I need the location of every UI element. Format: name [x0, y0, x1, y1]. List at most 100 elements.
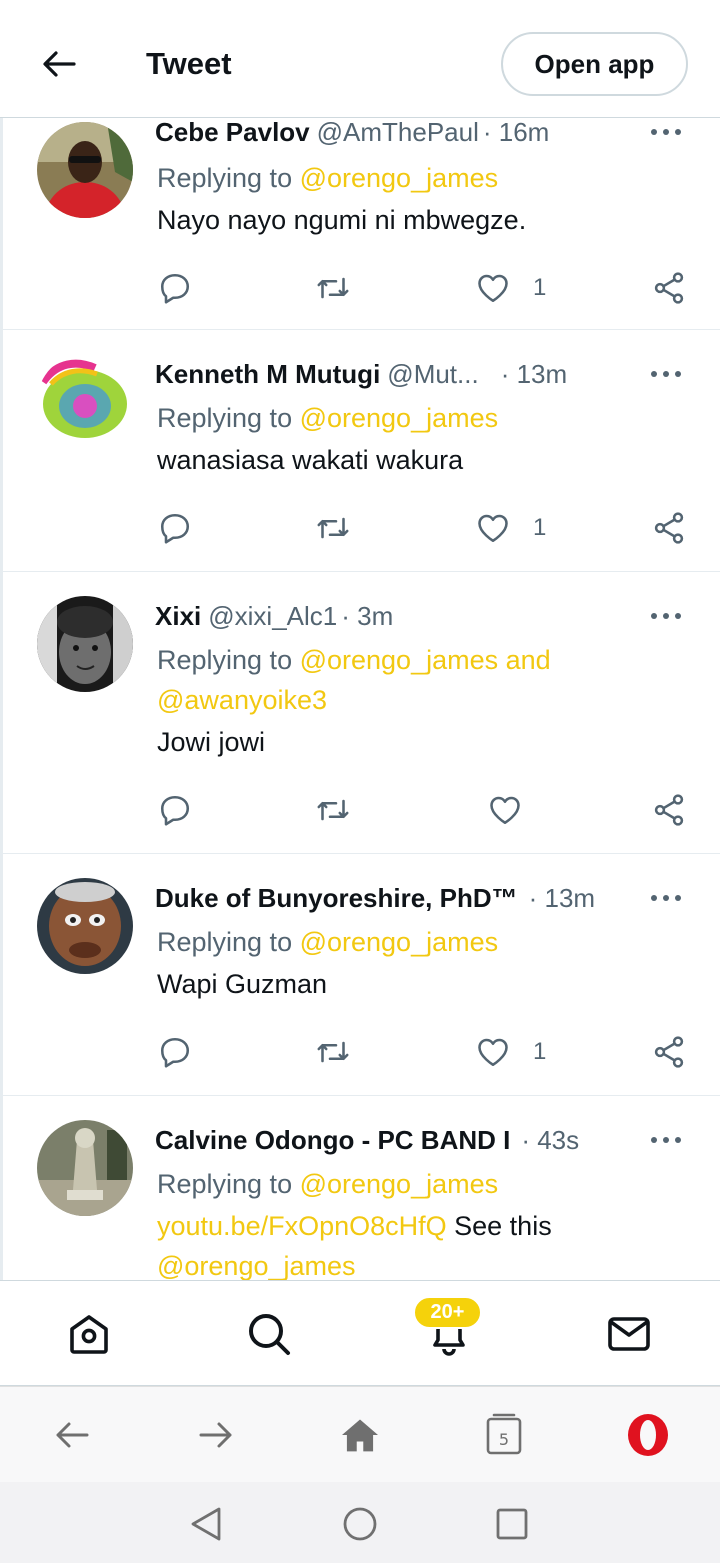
- like-count: 1: [533, 1038, 547, 1065]
- page-title: Tweet: [146, 46, 232, 81]
- more-horizontal-icon: [651, 129, 681, 135]
- tweet-timestamp[interactable]: · 3m: [341, 598, 393, 634]
- replying-to-label: Replying to: [157, 1169, 300, 1199]
- triangle-back-icon: [191, 1507, 221, 1541]
- tweet-item[interactable]: Duke of Bunyoreshire, PhD™ · 13m Replyin…: [0, 854, 720, 1096]
- share-icon: [654, 1036, 684, 1068]
- tweet-timestamp[interactable]: · 13m: [501, 356, 567, 392]
- mention-link[interactable]: @orengo_james: [300, 927, 499, 957]
- tweet-text: Jowi jowi: [157, 727, 266, 757]
- home-icon: [70, 1315, 108, 1354]
- like-button[interactable]: 1: [475, 506, 546, 550]
- heart-icon: [478, 514, 508, 543]
- more-options-button[interactable]: [648, 598, 684, 634]
- square-recents-icon: [496, 1508, 528, 1540]
- opera-logo-icon: [628, 1414, 668, 1456]
- author-handle[interactable]: @Mut...: [387, 356, 478, 392]
- system-home-button[interactable]: [340, 1504, 380, 1544]
- browser-tabs-button[interactable]: 5: [480, 1411, 528, 1459]
- author-name[interactable]: Xixi: [155, 598, 201, 634]
- tweet-actions: 1: [157, 1030, 697, 1074]
- tweet-timestamp[interactable]: · 16m: [483, 118, 549, 150]
- open-app-button[interactable]: Open app: [501, 32, 688, 96]
- heart-icon: [490, 796, 520, 825]
- nav-messages-button[interactable]: [604, 1309, 654, 1359]
- share-button[interactable]: [651, 1030, 687, 1074]
- avatar[interactable]: [37, 878, 133, 974]
- like-button[interactable]: 1: [475, 1030, 546, 1074]
- author-handle[interactable]: @AmThePaul: [317, 118, 479, 150]
- more-options-button[interactable]: [648, 356, 684, 392]
- tweet-text-after-link: See this: [446, 1211, 552, 1241]
- retweet-icon: [317, 277, 349, 299]
- tweet-text: Nayo nayo ngumi ni mbwegze.: [157, 205, 527, 235]
- mention-link[interactable]: @orengo_james: [157, 1251, 356, 1280]
- tweet-item[interactable]: Kenneth M Mutugi @Mut... · 13m Replying …: [0, 330, 720, 572]
- mention-link[interactable]: @awanyoike3: [157, 685, 327, 715]
- retweet-button[interactable]: [315, 1030, 351, 1074]
- author-name[interactable]: Calvine Odongo - PC BAND I: [155, 1122, 510, 1158]
- replying-to-line-2: @awanyoike3: [157, 680, 327, 720]
- share-icon: [654, 794, 684, 826]
- comment-icon: [160, 513, 190, 544]
- browser-back-button[interactable]: [48, 1411, 96, 1459]
- mention-link[interactable]: @orengo_james: [300, 1169, 499, 1199]
- search-icon: [249, 1314, 290, 1355]
- opera-menu-button[interactable]: [624, 1411, 672, 1459]
- tweet-item[interactable]: Cebe Pavlov @AmThePaul · 16m Replying to…: [0, 118, 720, 330]
- tweet-actions: [157, 788, 697, 832]
- avatar[interactable]: [37, 596, 133, 692]
- author-name[interactable]: Duke of Bunyoreshire, PhD™: [155, 880, 518, 916]
- comment-icon: [160, 795, 190, 826]
- nav-search-button[interactable]: [244, 1309, 294, 1359]
- avatar[interactable]: [37, 1120, 133, 1216]
- comment-icon: [160, 1037, 190, 1068]
- arrow-left-icon: [56, 1422, 89, 1448]
- tweet-timestamp[interactable]: · 43s: [521, 1122, 579, 1158]
- retweet-icon: [317, 1041, 349, 1063]
- more-options-button[interactable]: [648, 880, 684, 916]
- reply-button[interactable]: [157, 506, 193, 550]
- more-horizontal-icon: [651, 895, 681, 901]
- more-options-button[interactable]: [648, 118, 684, 150]
- nav-home-button[interactable]: [64, 1309, 114, 1359]
- author-handle[interactable]: @xixi_Alc1: [208, 598, 337, 634]
- tweet-item[interactable]: Calvine Odongo - PC BAND I · 43s Replyin…: [0, 1096, 720, 1280]
- like-button[interactable]: [487, 788, 545, 832]
- more-options-button[interactable]: [648, 1122, 684, 1158]
- back-button[interactable]: [36, 44, 82, 84]
- arrow-left-icon: [43, 51, 76, 77]
- system-navigation-bar: [0, 1482, 720, 1563]
- reply-button[interactable]: [157, 1030, 193, 1074]
- share-button[interactable]: [651, 506, 687, 550]
- browser-forward-button[interactable]: [192, 1411, 240, 1459]
- replying-to-line: Replying to @orengo_james: [157, 1164, 498, 1204]
- share-button[interactable]: [651, 788, 687, 832]
- tweet-item[interactable]: Xixi @xixi_Alc1 · 3m Replying to @orengo…: [0, 572, 720, 854]
- author-name[interactable]: Cebe Pavlov: [155, 118, 310, 150]
- tweet-timestamp[interactable]: · 13m: [529, 880, 595, 916]
- retweet-button[interactable]: [315, 266, 351, 310]
- reply-button[interactable]: [157, 266, 193, 310]
- mention-link[interactable]: @orengo_james: [300, 163, 499, 193]
- like-count: 1: [533, 514, 547, 541]
- avatar[interactable]: [37, 354, 133, 450]
- browser-home-button[interactable]: [336, 1411, 384, 1459]
- mention-link[interactable]: @orengo_james and: [300, 645, 551, 675]
- system-recents-button[interactable]: [492, 1504, 532, 1544]
- replying-to-label: Replying to: [157, 163, 300, 193]
- retweet-button[interactable]: [315, 788, 351, 832]
- bottom-navigation: [0, 1280, 720, 1386]
- replying-to-label: Replying to: [157, 927, 300, 957]
- avatar[interactable]: [37, 122, 133, 218]
- author-name[interactable]: Kenneth M Mutugi: [155, 356, 380, 392]
- tweet-text: youtu.be/FxOpnO8cHfQ See this: [157, 1206, 677, 1246]
- share-button[interactable]: [651, 266, 687, 310]
- mention-link[interactable]: @orengo_james: [300, 403, 499, 433]
- like-button[interactable]: 1: [475, 266, 546, 310]
- url-link[interactable]: youtu.be/FxOpnO8cHfQ: [157, 1211, 447, 1241]
- reply-button[interactable]: [157, 788, 193, 832]
- system-back-button[interactable]: [186, 1504, 226, 1544]
- avatar-photo-icon: [37, 354, 133, 450]
- retweet-button[interactable]: [315, 506, 351, 550]
